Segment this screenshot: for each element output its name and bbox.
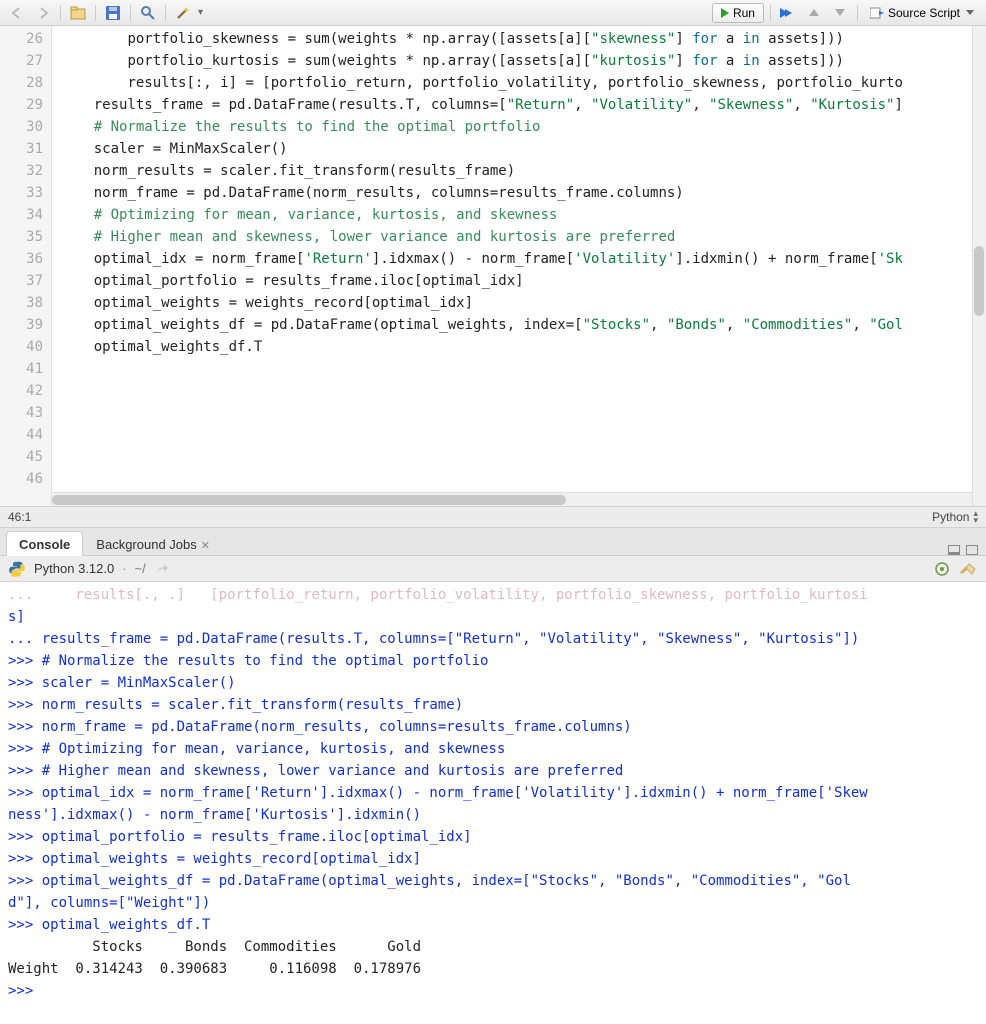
cursor-position: 46:1	[8, 510, 31, 524]
share-icon[interactable]	[154, 563, 168, 575]
vertical-scrollbar[interactable]	[972, 26, 986, 506]
console-header: Python 3.12.0 · ~/	[0, 556, 986, 582]
search-icon[interactable]	[137, 3, 159, 23]
step-up-icon[interactable]	[803, 3, 825, 23]
line-gutter: 2627282930313233343536373839404142434445…	[0, 26, 52, 506]
open-file-icon[interactable]	[67, 3, 89, 23]
forward-icon[interactable]	[32, 3, 54, 23]
panel-tabs: Console Background Jobs✕	[0, 528, 986, 556]
editor-toolbar: ▾ Run Source Script	[0, 0, 986, 26]
maximize-panel-icon[interactable]	[966, 545, 978, 555]
play-icon	[721, 8, 729, 18]
save-icon[interactable]	[102, 3, 124, 23]
scrollbar-thumb[interactable]	[52, 495, 566, 505]
python-icon	[8, 560, 26, 578]
source-script-button[interactable]: Source Script	[864, 4, 980, 22]
console-output[interactable]: ... results[., .] [portfolio_return, por…	[0, 582, 986, 1024]
code-area[interactable]: portfolio_skewness = sum(weights * np.ar…	[52, 26, 986, 506]
console-title: Python 3.12.0	[34, 561, 114, 576]
tab-console[interactable]: Console	[6, 531, 83, 556]
back-icon[interactable]	[6, 3, 28, 23]
tab-background-jobs[interactable]: Background Jobs✕	[83, 531, 223, 556]
run-label: Run	[733, 6, 755, 20]
horizontal-scrollbar[interactable]	[52, 492, 986, 506]
status-ok-icon	[934, 561, 950, 577]
console-path: ~/	[135, 561, 146, 576]
broom-icon[interactable]	[958, 562, 978, 576]
minimize-panel-icon[interactable]	[948, 545, 960, 555]
wand-icon[interactable]	[172, 3, 194, 23]
source-label: Source Script	[888, 6, 960, 20]
editor-statusbar: 46:1 Python ▴▾	[0, 506, 986, 528]
language-label[interactable]: Python	[932, 510, 969, 524]
step-down-icon[interactable]	[829, 3, 851, 23]
rerun-icon[interactable]	[777, 3, 799, 23]
chevron-down-icon	[966, 10, 974, 15]
scrollbar-thumb[interactable]	[974, 246, 984, 316]
close-icon[interactable]: ✕	[201, 540, 210, 552]
code-editor[interactable]: 2627282930313233343536373839404142434445…	[0, 26, 986, 506]
run-button[interactable]: Run	[712, 3, 764, 23]
language-stepper-icon[interactable]: ▴▾	[973, 510, 978, 524]
